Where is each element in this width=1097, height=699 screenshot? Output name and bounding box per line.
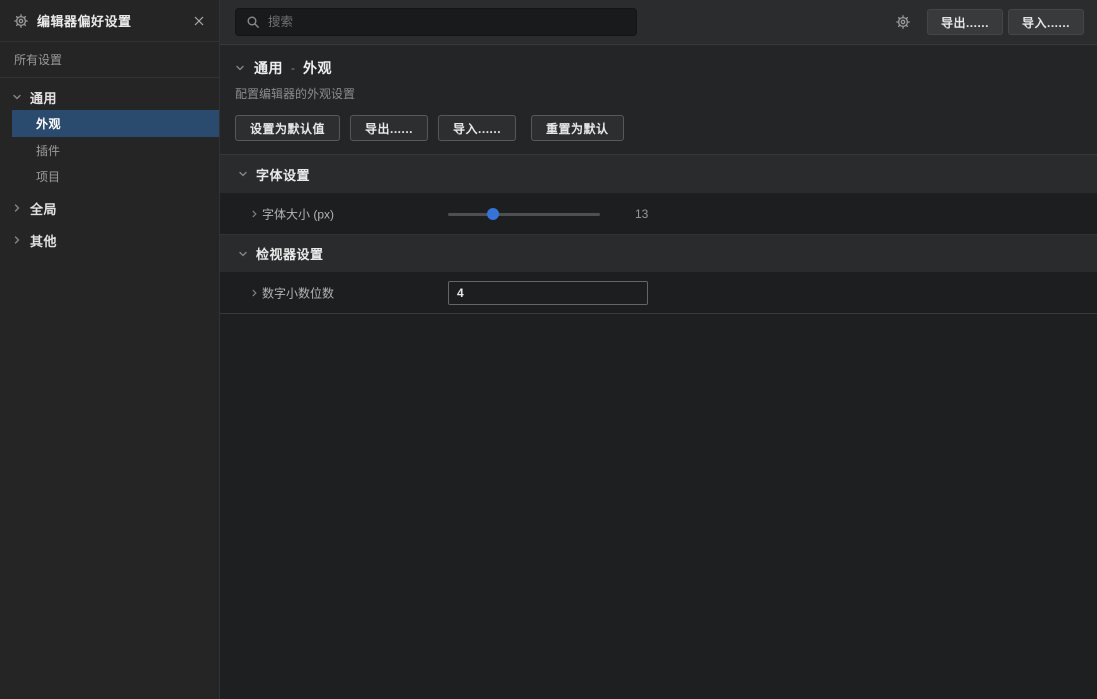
tree-item-appearance[interactable]: 外观	[12, 110, 219, 137]
font-size-label: 字体大小 (px)	[262, 205, 334, 222]
page-description: 配置编辑器的外观设置	[235, 85, 1082, 102]
top-toolbar: 导出...... 导入......	[220, 0, 1097, 45]
chevron-right-icon[interactable]	[250, 288, 259, 297]
font-size-slider[interactable]	[448, 208, 600, 220]
slider-thumb[interactable]	[487, 208, 499, 220]
chevron-down-icon[interactable]	[235, 63, 245, 73]
sidebar-title-bar: 编辑器偏好设置	[0, 0, 219, 42]
settings-sections: 字体设置 字体大小 (px) 13 检视器设置	[220, 155, 1097, 314]
preferences-sidebar: 编辑器偏好设置 所有设置 通用 外观 插件 项目 全局	[0, 0, 220, 699]
tree-group-label: 其他	[30, 231, 57, 250]
chevron-right-icon	[12, 203, 22, 213]
page-title: 外观	[303, 58, 332, 78]
tree-group-label: 通用	[30, 88, 57, 107]
tree-group-global[interactable]: 全局	[0, 195, 219, 221]
sidebar-item-all-settings[interactable]: 所有设置	[0, 42, 219, 78]
section-title: 检视器设置	[256, 244, 324, 263]
decimal-places-label: 数字小数位数	[262, 284, 334, 301]
font-size-value: 13	[635, 207, 648, 221]
tree-item-project[interactable]: 项目	[12, 163, 219, 189]
close-icon[interactable]	[193, 15, 205, 27]
breadcrumb-separator: -	[291, 61, 295, 75]
breadcrumb-category: 通用	[254, 58, 283, 78]
tree-item-plugins[interactable]: 插件	[12, 137, 219, 163]
search-box[interactable]	[235, 8, 637, 36]
section-title: 字体设置	[256, 165, 310, 184]
page-actions: 设置为默认值 导出...... 导入...... 重置为默认	[235, 115, 1082, 141]
chevron-down-icon	[12, 92, 22, 102]
setting-row-font-size: 字体大小 (px) 13	[220, 193, 1097, 234]
chevron-down-icon	[238, 169, 248, 179]
main-panel: 导出...... 导入...... 通用 - 外观 配置编辑器的外观设置 设置为…	[220, 0, 1097, 699]
gear-icon	[14, 14, 28, 28]
import-settings-button[interactable]: 导入......	[438, 115, 516, 141]
tree-group-general[interactable]: 通用	[0, 84, 219, 110]
tree-group-other[interactable]: 其他	[0, 227, 219, 253]
section-header-font[interactable]: 字体设置	[220, 155, 1097, 193]
chevron-down-icon	[238, 249, 248, 259]
import-button[interactable]: 导入......	[1008, 9, 1084, 35]
search-icon	[246, 15, 260, 29]
slider-track[interactable]	[448, 213, 600, 216]
decimal-places-input[interactable]	[448, 281, 648, 305]
section-header-inspector[interactable]: 检视器设置	[220, 234, 1097, 272]
breadcrumb: 通用 - 外观	[235, 58, 1082, 78]
export-button[interactable]: 导出......	[927, 9, 1003, 35]
settings-tree: 通用 外观 插件 项目 全局 其他	[0, 78, 219, 253]
window-title: 编辑器偏好设置	[37, 11, 132, 30]
search-input[interactable]	[268, 15, 626, 29]
setting-row-decimal-places: 数字小数位数	[220, 272, 1097, 313]
set-default-button[interactable]: 设置为默认值	[235, 115, 340, 141]
reset-default-button[interactable]: 重置为默认	[531, 115, 624, 141]
chevron-right-icon[interactable]	[250, 209, 259, 218]
settings-gear-icon[interactable]	[896, 15, 910, 29]
page-header: 通用 - 外观 配置编辑器的外观设置 设置为默认值 导出...... 导入...…	[220, 45, 1097, 155]
tree-group-label: 全局	[30, 199, 57, 218]
chevron-right-icon	[12, 235, 22, 245]
export-settings-button[interactable]: 导出......	[350, 115, 428, 141]
